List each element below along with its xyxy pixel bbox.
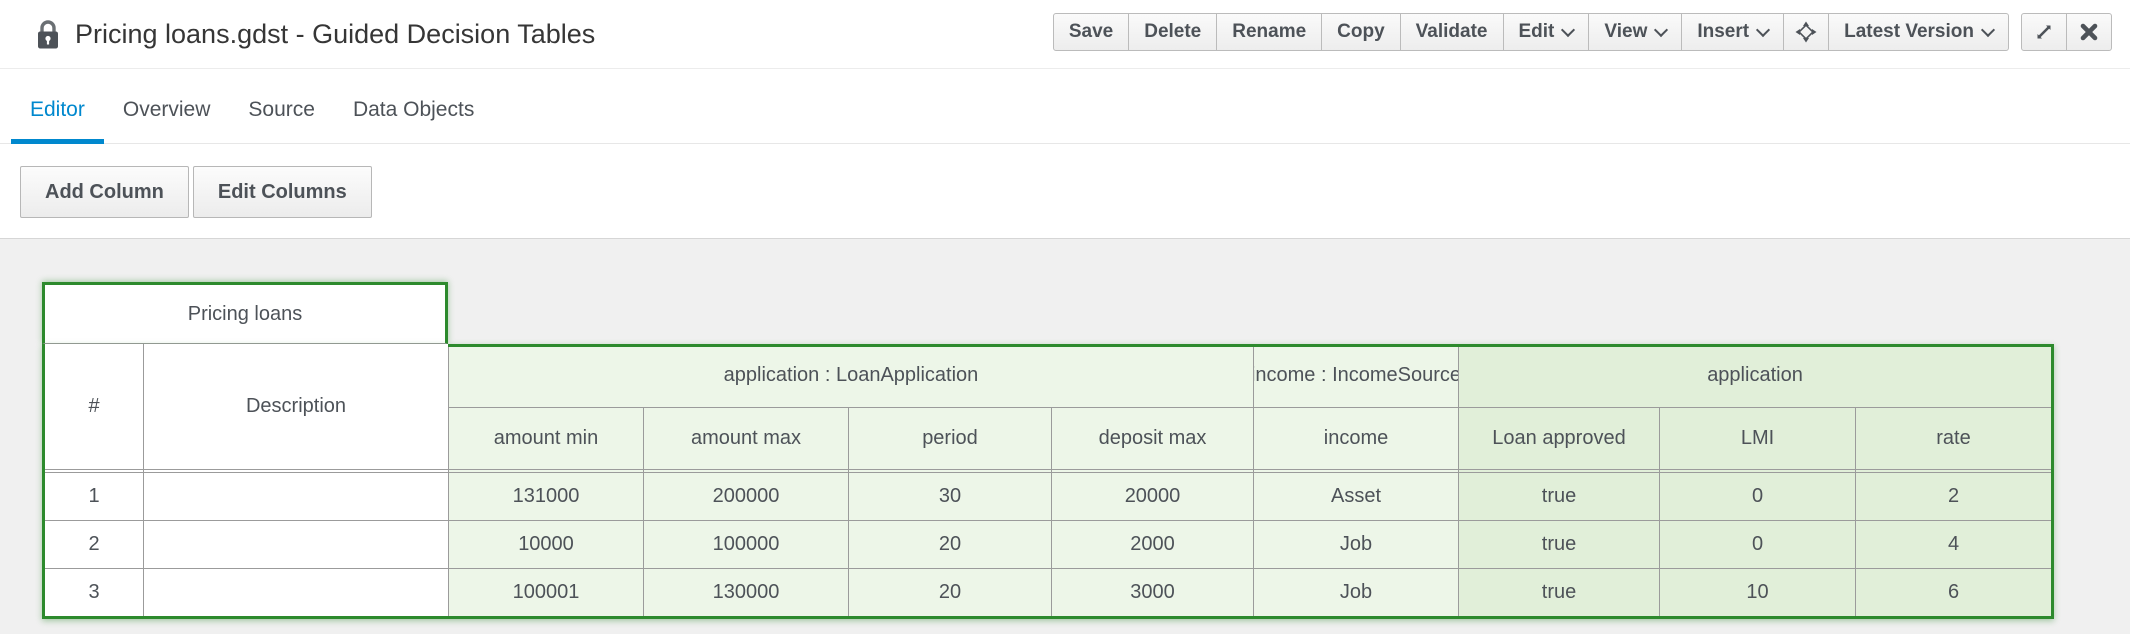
gridline-spacer (644, 470, 848, 472)
description-cell[interactable] (144, 473, 448, 520)
save-button[interactable]: Save (1053, 13, 1129, 51)
expand-button[interactable] (2021, 13, 2067, 51)
chevron-down-icon (1561, 22, 1575, 36)
decision-table: Pricing loans # Description application … (0, 239, 2130, 619)
cell-period[interactable]: 20 (849, 569, 1051, 616)
gridline-spacer (1660, 470, 1855, 472)
view-dropdown[interactable]: View (1588, 13, 1682, 51)
column-header-deposit-max[interactable]: deposit max (1052, 408, 1253, 469)
copy-button[interactable]: Copy (1321, 13, 1401, 51)
expand-icon (2033, 21, 2055, 43)
row-number-cell[interactable]: 2 (45, 521, 143, 568)
cell-loan-approved[interactable]: true (1459, 521, 1659, 568)
chevron-down-icon (1654, 22, 1668, 36)
cell-amount-min[interactable]: 100001 (449, 569, 643, 616)
action-group-application[interactable]: application (1459, 344, 2051, 407)
tab-data-objects[interactable]: Data Objects (334, 98, 493, 143)
gridline-spacer (1052, 470, 1253, 472)
gridline-spacer (1459, 470, 1659, 472)
cell-rate[interactable]: 6 (1856, 569, 2051, 616)
condition-group-loan-application[interactable]: application : LoanApplication (449, 344, 1253, 407)
column-header-loan-approved[interactable]: Loan approved (1459, 408, 1659, 469)
edit-columns-button[interactable]: Edit Columns (193, 166, 372, 218)
cell-lmi[interactable]: 10 (1660, 569, 1855, 616)
cell-rate[interactable]: 2 (1856, 473, 2051, 520)
edit-dropdown-label: Edit (1519, 21, 1555, 43)
tab-strip: Editor Overview Source Data Objects (0, 69, 2130, 144)
move-button[interactable] (1783, 13, 1829, 51)
cell-deposit-max[interactable]: 2000 (1052, 521, 1253, 568)
gridline-spacer (1254, 470, 1458, 472)
cell-amount-min[interactable]: 131000 (449, 473, 643, 520)
toolbar-button-group: Save Delete Rename Copy Validate Edit Vi… (1053, 13, 2009, 51)
delete-button[interactable]: Delete (1128, 13, 1217, 51)
lock-icon (36, 19, 60, 50)
column-header-amount-min[interactable]: amount min (449, 408, 643, 469)
description-cell[interactable] (144, 521, 448, 568)
column-header-period[interactable]: period (849, 408, 1051, 469)
gridline-spacer (849, 470, 1051, 472)
latest-version-label: Latest Version (1844, 21, 1974, 43)
decision-table-grid: # Description application : LoanApplicat… (42, 344, 2054, 619)
cell-loan-approved[interactable]: true (1459, 473, 1659, 520)
chevron-down-icon (1756, 22, 1770, 36)
rename-button[interactable]: Rename (1216, 13, 1322, 51)
column-header-income[interactable]: income (1254, 408, 1458, 469)
chevron-down-icon (1981, 22, 1995, 36)
gridline-spacer (144, 470, 448, 472)
validate-button[interactable]: Validate (1400, 13, 1504, 51)
app-header: Pricing loans.gdst - Guided Decision Tab… (0, 0, 2130, 69)
cell-income[interactable]: Job (1254, 569, 1458, 616)
title-area: Pricing loans.gdst - Guided Decision Tab… (36, 0, 595, 68)
row-number-cell[interactable]: 1 (45, 473, 143, 520)
gridline-spacer (45, 470, 143, 472)
cell-amount-min[interactable]: 10000 (449, 521, 643, 568)
insert-dropdown-label: Insert (1697, 21, 1749, 43)
cell-lmi[interactable]: 0 (1660, 473, 1855, 520)
table-title-tab[interactable]: Pricing loans (42, 282, 448, 344)
cell-deposit-max[interactable]: 20000 (1052, 473, 1253, 520)
cell-rate[interactable]: 4 (1856, 521, 2051, 568)
column-header-rate[interactable]: rate (1856, 408, 2051, 469)
editor-panel: Pricing loans # Description application … (0, 238, 2130, 634)
close-button[interactable] (2066, 13, 2112, 51)
page-title: Pricing loans.gdst - Guided Decision Tab… (75, 19, 595, 50)
cell-income[interactable]: Job (1254, 521, 1458, 568)
cell-income[interactable]: Asset (1254, 473, 1458, 520)
move-icon (1794, 20, 1818, 44)
row-number-cell[interactable]: 3 (45, 569, 143, 616)
add-column-button[interactable]: Add Column (20, 166, 189, 218)
gridline-spacer (1856, 470, 2051, 472)
insert-dropdown[interactable]: Insert (1681, 13, 1784, 51)
tab-overview[interactable]: Overview (104, 98, 230, 143)
edit-dropdown[interactable]: Edit (1503, 13, 1590, 51)
cell-amount-max[interactable]: 130000 (644, 569, 848, 616)
tab-source[interactable]: Source (229, 98, 334, 143)
cell-period[interactable]: 20 (849, 521, 1051, 568)
column-actions: Add Column Edit Columns (0, 144, 2130, 218)
description-header[interactable]: Description (144, 344, 448, 469)
gridline-spacer (449, 470, 643, 472)
cell-amount-max[interactable]: 200000 (644, 473, 848, 520)
latest-version-dropdown[interactable]: Latest Version (1828, 13, 2009, 51)
close-icon (2079, 22, 2099, 42)
window-controls-group (2021, 13, 2112, 51)
tab-editor[interactable]: Editor (11, 98, 104, 143)
description-cell[interactable] (144, 569, 448, 616)
row-number-header[interactable]: # (45, 344, 143, 469)
cell-lmi[interactable]: 0 (1660, 521, 1855, 568)
cell-amount-max[interactable]: 100000 (644, 521, 848, 568)
cell-deposit-max[interactable]: 3000 (1052, 569, 1253, 616)
column-header-lmi[interactable]: LMI (1660, 408, 1855, 469)
cell-period[interactable]: 30 (849, 473, 1051, 520)
toolbar: Save Delete Rename Copy Validate Edit Vi… (1053, 13, 2112, 51)
cell-loan-approved[interactable]: true (1459, 569, 1659, 616)
column-header-amount-max[interactable]: amount max (644, 408, 848, 469)
view-dropdown-label: View (1604, 21, 1647, 43)
condition-group-income-source[interactable]: income : IncomeSource (1254, 344, 1458, 407)
